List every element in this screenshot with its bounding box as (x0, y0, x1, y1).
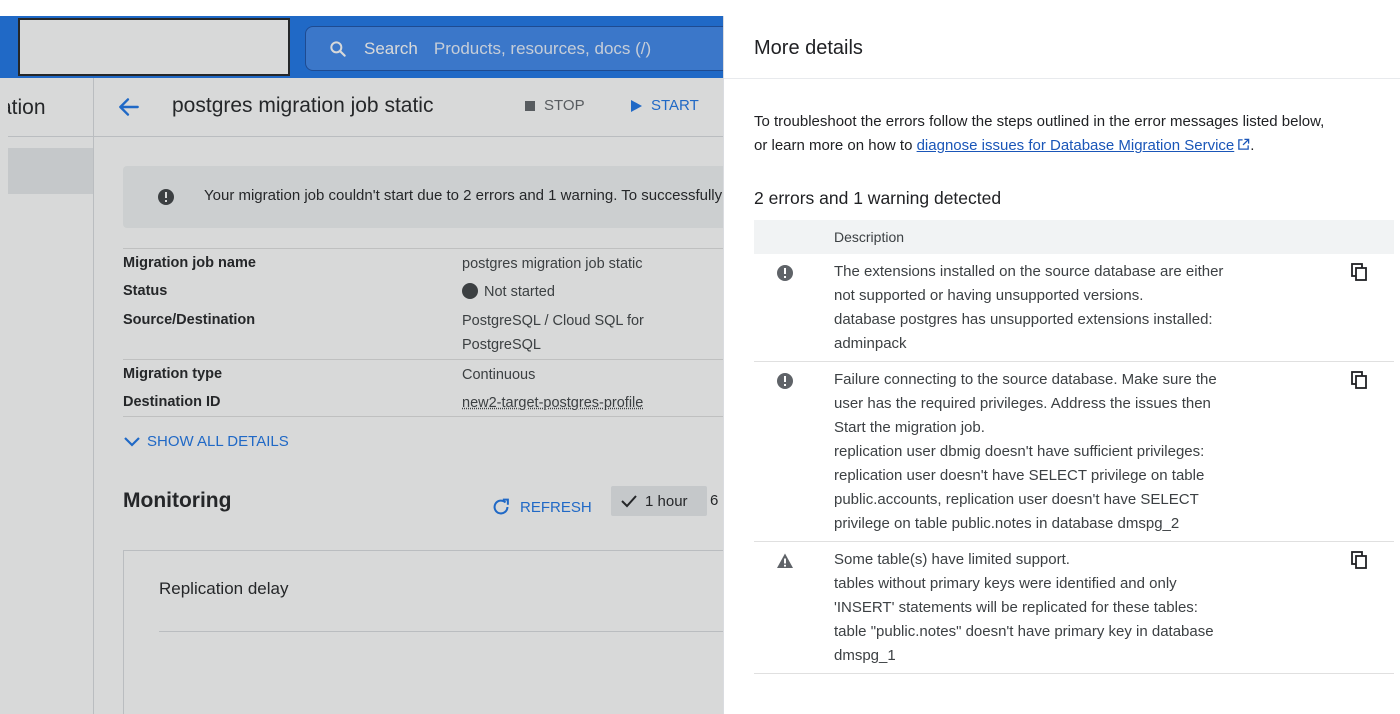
table-row: The extensions installed on the source d… (754, 254, 1394, 362)
top-margin (0, 0, 1400, 16)
external-link-icon (1238, 138, 1250, 150)
table-header: Description (754, 220, 1394, 254)
app-root: Search Products, resources, docs (/) ati… (0, 0, 1400, 714)
issue-line: Start the migration job. (834, 419, 985, 436)
issue-line: privilege on table public.notes in datab… (834, 515, 1180, 532)
panel-title: More details (754, 37, 863, 59)
intro-suffix: . (1250, 137, 1255, 154)
error-icon (777, 373, 793, 389)
modal-scrim[interactable] (0, 16, 723, 714)
column-header-description: Description (834, 229, 905, 245)
more-details-panel: More details To troubleshoot the errors … (723, 16, 1400, 714)
issue-line: The extensions installed on the source d… (834, 263, 1224, 280)
issue-line: replication user doesn't have SELECT pri… (834, 467, 1205, 484)
issue-line: tables without primary keys were identif… (834, 575, 1177, 592)
intro-text: To troubleshoot the errors follow the st… (754, 113, 1325, 130)
issue-description: Failure connecting to the source databas… (834, 368, 1254, 536)
error-icon (777, 265, 793, 281)
issue-line: dmspg_1 (834, 647, 896, 664)
issue-line: table "public.notes" doesn't have primar… (834, 623, 1214, 640)
issues-summary: 2 errors and 1 warning detected (754, 188, 1002, 208)
issue-line: Some table(s) have limited support. (834, 551, 1070, 568)
panel-header-divider (724, 78, 1400, 79)
issues-table: Description The extensions installed on … (754, 220, 1394, 674)
issue-line: not supported or having unsupported vers… (834, 287, 1144, 304)
issue-line: user has the required privileges. Addres… (834, 395, 1211, 412)
copy-icon[interactable] (1349, 370, 1369, 390)
table-row: Failure connecting to the source databas… (754, 362, 1394, 542)
issue-line: Failure connecting to the source databas… (834, 371, 1217, 388)
table-row: Some table(s) have limited support. tabl… (754, 542, 1394, 674)
warning-icon (777, 553, 793, 568)
copy-icon[interactable] (1349, 262, 1369, 282)
issue-description: The extensions installed on the source d… (834, 260, 1254, 356)
diagnose-issues-link[interactable]: diagnose issues for Database Migration S… (917, 137, 1251, 154)
copy-icon[interactable] (1349, 550, 1369, 570)
diagnose-issues-link-text: diagnose issues for Database Migration S… (916, 137, 1235, 154)
intro-prefix: or learn more on how to (754, 137, 917, 154)
issue-line: 'INSERT' statements will be replicated f… (834, 599, 1198, 616)
issue-description: Some table(s) have limited support. tabl… (834, 548, 1254, 668)
issue-line: public.accounts, replication user doesn'… (834, 491, 1199, 508)
panel-intro: To troubleshoot the errors follow the st… (754, 110, 1384, 158)
issue-line: database postgres has unsupported extens… (834, 311, 1213, 328)
issue-line: adminpack (834, 335, 907, 352)
issue-line: replication user dbmig doesn't have suff… (834, 443, 1205, 460)
